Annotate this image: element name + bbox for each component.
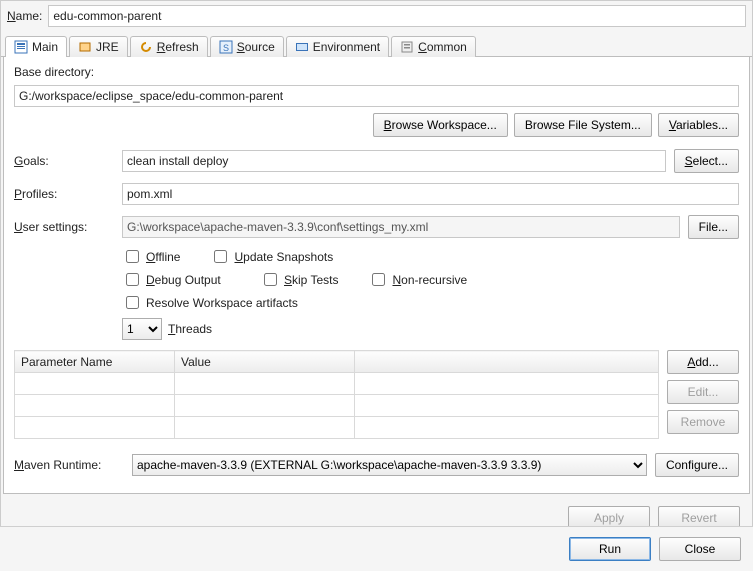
goals-input[interactable] — [122, 150, 666, 172]
update-snapshots-checkbox[interactable]: Update Snapshots — [210, 247, 333, 266]
tab-refresh[interactable]: Refresh — [130, 36, 208, 57]
user-settings-input[interactable] — [122, 216, 680, 238]
goals-label: Goals: — [14, 154, 114, 168]
maven-runtime-label: Maven Runtime: — [14, 458, 124, 472]
resolve-workspace-checkbox[interactable]: Resolve Workspace artifacts — [122, 293, 298, 312]
param-add-button[interactable]: Add... — [667, 350, 739, 374]
table-header-value[interactable]: Value — [175, 351, 355, 373]
maven-runtime-select[interactable]: apache-maven-3.3.9 (EXTERNAL G:\workspac… — [132, 454, 647, 476]
tab-refresh-label: Refresh — [157, 40, 199, 54]
skip-tests-checkbox[interactable]: Skip Tests — [260, 270, 338, 289]
svg-text:S: S — [223, 43, 229, 53]
refresh-icon — [139, 40, 153, 54]
tab-environment-label: Environment — [313, 40, 380, 54]
name-input[interactable] — [48, 5, 746, 27]
jre-icon — [78, 40, 92, 54]
dialog-footer: Run Close — [0, 526, 753, 571]
tab-jre[interactable]: JRE — [69, 36, 128, 57]
source-icon: S — [219, 40, 233, 54]
tab-environment[interactable]: Environment — [286, 36, 389, 57]
param-edit-button[interactable]: Edit... — [667, 380, 739, 404]
table-row[interactable] — [15, 417, 659, 439]
table-header-name[interactable]: Parameter Name — [15, 351, 175, 373]
debug-output-checkbox[interactable]: Debug Output — [122, 270, 230, 289]
user-settings-file-button[interactable]: File... — [688, 215, 739, 239]
run-button[interactable]: Run — [569, 537, 651, 561]
tab-common[interactable]: Common — [391, 36, 476, 57]
environment-icon — [295, 40, 309, 54]
user-settings-label: User settings: — [14, 220, 114, 234]
offline-checkbox[interactable]: Offline — [122, 247, 180, 266]
param-remove-button[interactable]: Remove — [667, 410, 739, 434]
tab-source[interactable]: S Source — [210, 36, 284, 57]
file-icon — [14, 40, 28, 54]
tab-source-label: Source — [237, 40, 275, 54]
profiles-label: Profiles: — [14, 187, 114, 201]
non-recursive-checkbox[interactable]: Non-recursive — [368, 270, 467, 289]
select-goals-button[interactable]: Select... — [674, 149, 739, 173]
tab-common-label: Common — [418, 40, 467, 54]
tab-main-label: Main — [32, 40, 58, 54]
threads-label: Threads — [168, 322, 212, 336]
profiles-input[interactable] — [122, 183, 739, 205]
tab-jre-label: JRE — [96, 40, 119, 54]
base-directory-input[interactable] — [14, 85, 739, 107]
variables-button[interactable]: Variables... — [658, 113, 739, 137]
parameters-table[interactable]: Parameter Name Value — [14, 350, 659, 439]
table-header-blank[interactable] — [355, 351, 659, 373]
main-tab-panel: Base directory: Browse Workspace... Brow… — [3, 57, 750, 494]
name-label: Name: — [7, 9, 42, 23]
threads-select[interactable]: 1 — [122, 318, 162, 340]
table-row[interactable] — [15, 395, 659, 417]
browse-filesystem-button[interactable]: Browse File System... — [514, 113, 652, 137]
configure-runtime-button[interactable]: Configure... — [655, 453, 739, 477]
table-row[interactable] — [15, 373, 659, 395]
common-icon — [400, 40, 414, 54]
tab-bar: Main JRE Refresh S Source Environment Co… — [1, 35, 752, 57]
close-button[interactable]: Close — [659, 537, 741, 561]
tab-main[interactable]: Main — [5, 36, 67, 57]
browse-workspace-button[interactable]: Browse Workspace... — [373, 113, 508, 137]
base-directory-label: Base directory: — [14, 65, 739, 79]
